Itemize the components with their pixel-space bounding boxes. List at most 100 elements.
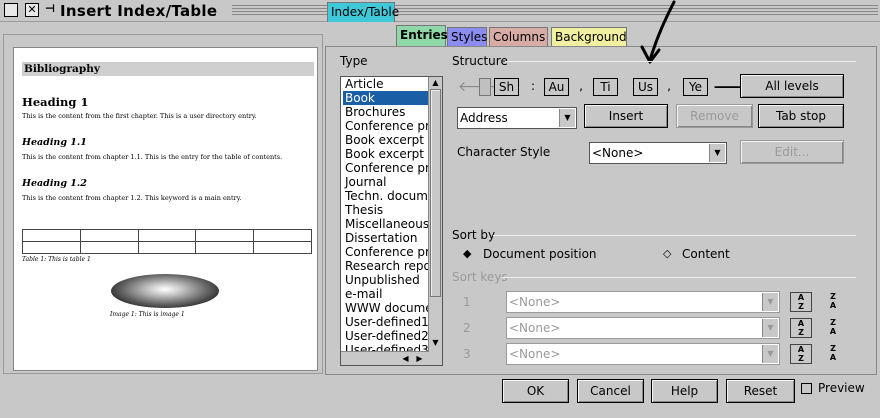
chevron-down-icon[interactable]: ▼ [709, 144, 725, 162]
preview-table [22, 229, 312, 254]
sort-key-1-value: <None> [509, 295, 561, 309]
type-list-item[interactable]: Miscellaneous [343, 217, 428, 231]
sort-ascending-icon[interactable]: AZ [790, 318, 812, 338]
tab-columns[interactable]: Columns [489, 27, 548, 47]
field-select-value: Address [460, 111, 508, 125]
preview-table-caption: Table 1: This is table 1 [22, 256, 91, 263]
scroll-thumb[interactable] [430, 89, 441, 297]
scroll-right-icon[interactable]: ▶ [413, 353, 426, 365]
structure-chip-us[interactable]: Us [633, 78, 658, 96]
chevron-down-icon[interactable]: ▼ [762, 345, 778, 363]
type-list-item[interactable]: Conference proc [343, 161, 428, 175]
type-list-item[interactable]: Research report [343, 259, 428, 273]
type-list-item[interactable]: Book excerpt [343, 133, 428, 147]
sort-descending-icon[interactable]: ZA [822, 344, 844, 364]
sort-keys-label: Sort keys [452, 270, 508, 284]
preview-bibliography-heading: Bibliography [22, 62, 314, 76]
type-list-item[interactable]: Book excerpt wit [343, 147, 428, 161]
structure-gap[interactable] [621, 78, 631, 96]
tab-styles[interactable]: Styles [447, 27, 487, 47]
ok-button[interactable]: OK [502, 379, 569, 403]
insert-button[interactable]: Insert [584, 104, 668, 128]
chevron-down-icon[interactable]: ▼ [762, 319, 778, 337]
type-list-item[interactable]: User-defined1 [343, 315, 428, 329]
structure-chip-ti[interactable]: Ti [593, 78, 618, 96]
scroll-up-icon[interactable]: ▲ [429, 77, 442, 89]
tab-stop-button[interactable]: Tab stop [758, 104, 844, 128]
structure-separator-2[interactable]: , [574, 78, 588, 96]
sort-key-2-number: 2 [463, 321, 471, 335]
title-bar: ✕ ⊣ Insert Index/Table [0, 0, 880, 22]
type-list-item[interactable]: Journal [343, 175, 428, 189]
type-list-item[interactable]: e-mail [343, 287, 428, 301]
type-list-item[interactable]: Unpublished [343, 273, 428, 287]
close-icon[interactable]: ✕ [25, 3, 39, 17]
reset-button[interactable]: Reset [726, 379, 795, 403]
annotation-arrow-icon [640, 0, 676, 64]
sort-key-3-select[interactable]: <None> ▼ [506, 343, 780, 365]
scroll-right-arrow-icon[interactable]: 🡒 [713, 78, 753, 96]
type-list-item[interactable]: Article [343, 77, 428, 91]
document-position-label[interactable]: Document position [483, 247, 597, 261]
content-label[interactable]: Content [682, 247, 730, 261]
help-button[interactable]: Help [651, 379, 718, 403]
preview-page: Bibliography Heading 1 This is the conte… [13, 47, 318, 371]
type-list-item[interactable]: Book [343, 91, 428, 105]
sort-descending-icon[interactable]: ZA [822, 292, 844, 312]
sort-key-2-select[interactable]: <None> ▼ [506, 317, 780, 339]
preview-heading-1: Heading 1 [22, 95, 89, 109]
sort-key-3-value: <None> [509, 347, 561, 361]
structure-label: Structure [452, 54, 508, 68]
sort-ascending-icon[interactable]: AZ [790, 292, 812, 312]
chevron-down-icon[interactable]: ▼ [559, 109, 575, 127]
type-label: Type [340, 54, 368, 68]
type-list-item[interactable]: WWW documen [343, 301, 428, 315]
sort-ascending-icon[interactable]: AZ [790, 344, 812, 364]
type-list-item[interactable]: Thesis [343, 203, 428, 217]
structure-empty-slot[interactable] [479, 78, 491, 96]
cancel-button[interactable]: Cancel [577, 379, 644, 403]
structure-chip-ye[interactable]: Ye [683, 78, 708, 96]
chevron-down-icon[interactable]: ▼ [762, 293, 778, 311]
sort-key-3-number: 3 [463, 347, 471, 361]
type-list-item[interactable]: Conference proc [343, 119, 428, 133]
type-list-item[interactable]: Dissertation [343, 231, 428, 245]
structure-chip-sh[interactable]: Sh [494, 78, 519, 96]
sort-key-1-select[interactable]: <None> ▼ [506, 291, 780, 313]
sort-descending-icon[interactable]: ZA [822, 318, 844, 338]
field-select[interactable]: Address ▼ [457, 107, 577, 129]
scroll-left-icon[interactable]: ◀ [399, 353, 412, 365]
type-listbox[interactable]: ArticleBookBrochuresConference procBook … [340, 76, 443, 366]
preview-checkbox-label[interactable]: Preview [818, 381, 865, 395]
structure-chip-au[interactable]: Au [544, 78, 569, 96]
all-levels-button[interactable]: All levels [740, 74, 844, 98]
preview-image [111, 274, 219, 308]
window-title: Insert Index/Table [60, 2, 218, 20]
tab-entries[interactable]: Entries [396, 25, 448, 48]
preview-checkbox[interactable] [801, 383, 812, 394]
type-horizontal-scrollbar[interactable]: ◀ ▶ [341, 351, 429, 365]
preview-heading-1-1: Heading 1.1 [22, 137, 87, 148]
radio-content-icon[interactable]: ◇ [663, 247, 671, 260]
scroll-down-icon[interactable]: ▼ [429, 337, 442, 349]
remove-button[interactable]: Remove [676, 104, 753, 128]
structure-separator-3[interactable]: , [662, 78, 676, 96]
character-style-value: <None> [592, 146, 644, 160]
scroll-left-arrow-icon[interactable]: 🡐 [458, 79, 496, 95]
structure-separator-1[interactable]: : [526, 78, 540, 96]
type-list-item[interactable]: User-defined2 [343, 329, 428, 343]
type-list-item[interactable]: Techn. documen [343, 189, 428, 203]
character-style-select[interactable]: <None> ▼ [589, 142, 727, 164]
tab-index-table[interactable]: Index/Table [327, 2, 399, 22]
structure-separator [505, 61, 856, 62]
type-list-item[interactable]: Conference proc [343, 245, 428, 259]
type-list-item[interactable]: Brochures [343, 105, 428, 119]
type-vertical-scrollbar[interactable]: ▲ ▼ [428, 77, 442, 365]
preview-image-caption: Image 1: This is image 1 [110, 311, 185, 318]
radio-document-position-icon[interactable]: ◆ [463, 247, 471, 260]
edit-button[interactable]: Edit... [740, 140, 844, 164]
window-menu-icon[interactable] [4, 3, 18, 17]
pin-icon[interactable]: ⊣ [43, 3, 57, 17]
sort-by-label: Sort by [452, 228, 496, 242]
tab-background[interactable]: Background [551, 27, 627, 47]
